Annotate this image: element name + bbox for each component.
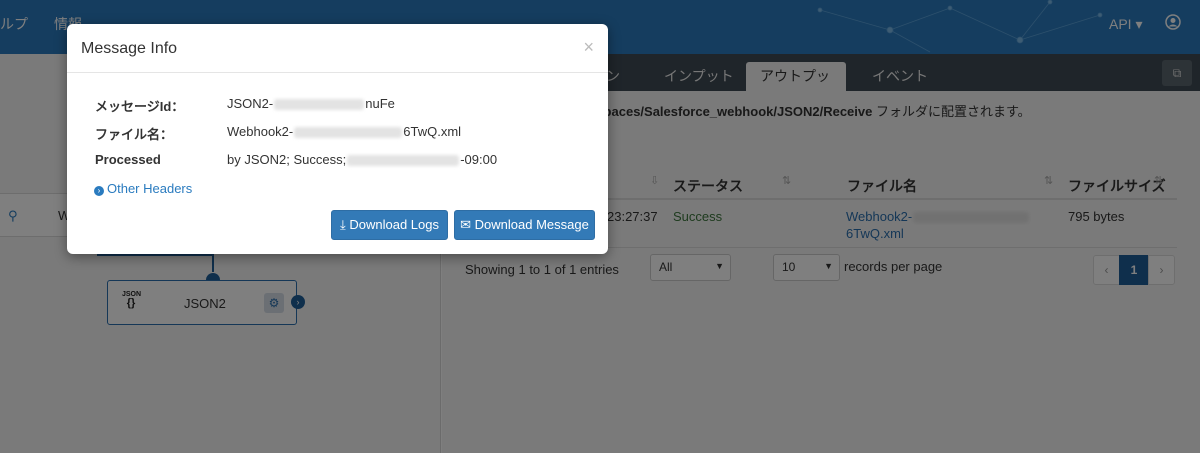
envelope-icon: ✉ bbox=[460, 217, 475, 232]
other-headers-toggle[interactable]: › Other Headers bbox=[94, 181, 192, 196]
message-info-modal: Message Info × メッセージId： JSON2- nuFe ファイル名… bbox=[67, 24, 608, 254]
modal-header: Message Info × bbox=[67, 24, 608, 73]
filename-label: ファイル名： bbox=[95, 127, 174, 142]
close-icon[interactable]: × bbox=[583, 37, 594, 58]
download-message-button[interactable]: ✉ Download Message bbox=[454, 210, 595, 240]
filename-value: Webhook2- 6TwQ.xml bbox=[227, 124, 462, 139]
message-id-label: メッセージId： bbox=[95, 99, 185, 114]
processed-label: Processed bbox=[95, 152, 161, 167]
download-logs-button[interactable]: ⤓ Download Logs bbox=[331, 210, 448, 240]
message-id-value: JSON2- nuFe bbox=[227, 96, 395, 111]
modal-title: Message Info bbox=[81, 40, 178, 57]
processed-value: by JSON2; Success; -09:00 bbox=[227, 152, 498, 167]
download-icon: ⤓ bbox=[340, 217, 350, 232]
chevron-circle-right-icon: › bbox=[94, 186, 104, 196]
